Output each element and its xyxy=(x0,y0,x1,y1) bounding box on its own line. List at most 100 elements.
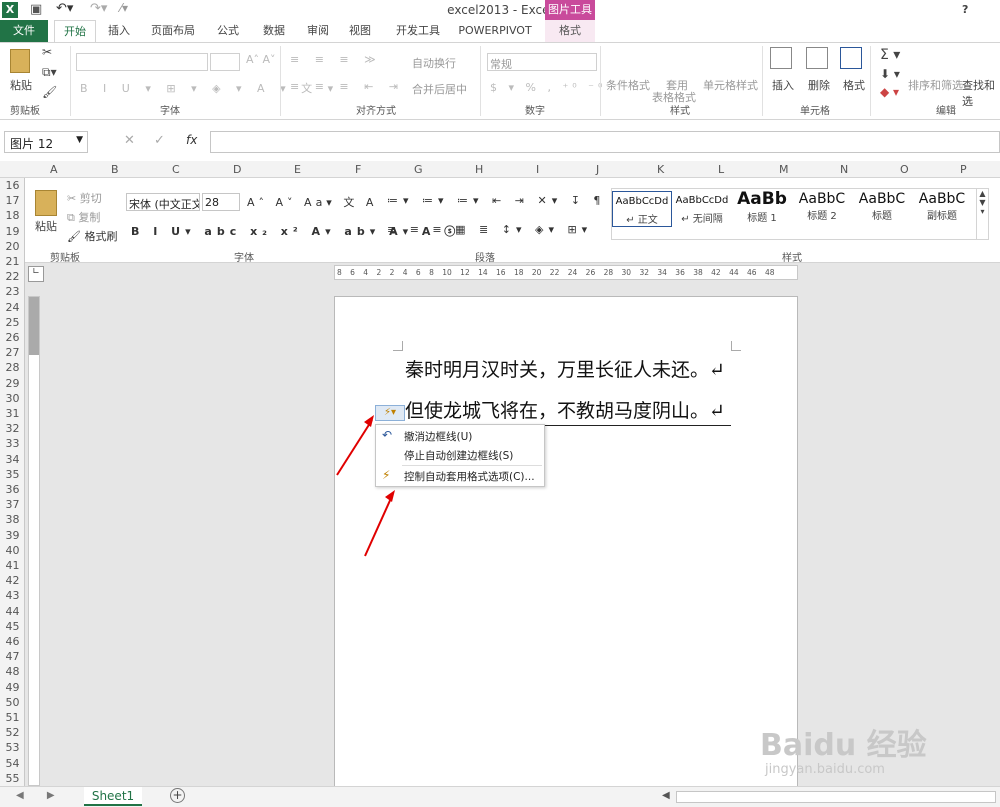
tab-developer[interactable]: 开发工具 xyxy=(390,20,446,42)
column-header[interactable]: K xyxy=(657,163,664,176)
row-header[interactable]: 40 xyxy=(0,544,25,557)
wrap-text-button[interactable]: 自动换行 xyxy=(412,55,456,71)
font-grow-icon[interactable]: A˄ A˅ xyxy=(246,53,276,66)
row-header[interactable]: 29 xyxy=(0,377,25,390)
tab-home[interactable]: 开始 xyxy=(54,20,96,42)
word-para-icons[interactable]: ≔▾ ≔▾ ≔▾ ⇤ ⇥ ✕▾ ↧ ¶ xyxy=(387,194,605,207)
row-header[interactable]: 42 xyxy=(0,574,25,587)
copy-icon[interactable]: ⧉▾ xyxy=(42,65,57,80)
tab-format[interactable]: 格式 xyxy=(545,20,595,42)
tab-insert[interactable]: 插入 xyxy=(100,20,138,42)
row-header[interactable]: 37 xyxy=(0,498,25,511)
row-header[interactable]: 51 xyxy=(0,711,25,724)
poem-line-2[interactable]: 但使龙城飞将在，不教胡马度阴山。↵ xyxy=(405,396,725,423)
find-select-button[interactable]: 查找和选 xyxy=(962,77,1000,109)
merge-center-button[interactable]: 合并后居中 xyxy=(412,81,467,97)
style-title[interactable]: AaBbC 标题 xyxy=(852,191,912,222)
document-page[interactable]: 秦时明月汉时关，万里长征人未还。↵ 但使龙城飞将在，不教胡马度阴山。↵ ⚡▾ xyxy=(334,296,798,788)
name-box[interactable]: 图片 12 ▼ xyxy=(4,131,88,153)
format-painter-icon[interactable]: 🖌 xyxy=(42,85,57,99)
menu-item-autoformat-options[interactable]: 控制自动套用格式选项(C)... xyxy=(404,469,535,484)
tab-review[interactable]: 审阅 xyxy=(300,20,336,42)
column-header[interactable]: I xyxy=(536,163,539,176)
column-header[interactable]: N xyxy=(840,163,848,176)
cut-icon[interactable]: ✂ xyxy=(42,45,52,59)
column-header[interactable]: P xyxy=(960,163,967,176)
format-cells-button[interactable]: 格式 xyxy=(843,77,865,93)
align-icons[interactable]: ≡ ≡ ≡ ≫ xyxy=(290,53,382,66)
tab-selector[interactable]: ∟ xyxy=(28,266,44,282)
column-header[interactable]: D xyxy=(233,163,241,176)
formula-input[interactable] xyxy=(210,131,1000,153)
column-header[interactable]: E xyxy=(294,163,301,176)
row-header[interactable]: 49 xyxy=(0,681,25,694)
sort-filter-button[interactable]: 排序和筛选 xyxy=(908,77,963,93)
fill-icon[interactable]: ⬇ ▾ xyxy=(880,67,900,81)
row-header[interactable]: 19 xyxy=(0,225,25,238)
row-header[interactable]: 53 xyxy=(0,741,25,754)
help-button[interactable]: ? xyxy=(962,3,968,16)
menu-item-stop-border[interactable]: 停止自动创建边框线(S) xyxy=(404,448,513,463)
row-header[interactable]: 48 xyxy=(0,665,25,678)
style-subtitle[interactable]: AaBbC 副标题 xyxy=(912,191,972,222)
vertical-ruler[interactable] xyxy=(28,296,40,786)
font-size-box[interactable] xyxy=(210,53,240,71)
sheet-nav-icons[interactable]: ◀ ▶ xyxy=(16,790,65,801)
row-header[interactable]: 38 xyxy=(0,513,25,526)
word-paste-label[interactable]: 粘贴 xyxy=(35,218,57,234)
word-font-tools[interactable]: A˄ A˅ Aa▾ 文 A xyxy=(247,194,377,210)
paste-button-label[interactable]: 粘贴 xyxy=(10,77,32,93)
tab-formulas[interactable]: 公式 xyxy=(208,20,248,42)
column-header[interactable]: H xyxy=(475,163,483,176)
number-format-box[interactable]: 常规 xyxy=(487,53,597,71)
chevron-down-icon[interactable]: ▼ xyxy=(76,135,83,145)
row-header[interactable]: 27 xyxy=(0,346,25,359)
word-cut[interactable]: ✂ 剪切 xyxy=(67,190,102,206)
word-para-icons-2[interactable]: ≡ ≡ ≡ ▦ ≣ ↕▾ ◈▾ ⊞▾ xyxy=(387,223,592,236)
delete-cells-icon[interactable] xyxy=(806,47,828,69)
row-header[interactable]: 16 xyxy=(0,179,25,192)
row-header[interactable]: 32 xyxy=(0,422,25,435)
hscroll-left-icon[interactable]: ◀ xyxy=(662,790,670,801)
column-header[interactable]: A xyxy=(50,163,58,176)
align-icons-2[interactable]: ≡ ≡ ≡ ⇤ ⇥ xyxy=(290,80,404,93)
row-header[interactable]: 41 xyxy=(0,559,25,572)
style-scroll[interactable]: ▲ ▼ ▾ xyxy=(976,189,988,239)
row-header[interactable]: 45 xyxy=(0,620,25,633)
row-header[interactable]: 34 xyxy=(0,453,25,466)
row-header[interactable]: 43 xyxy=(0,589,25,602)
cell-styles-button[interactable]: 单元格样式 xyxy=(703,77,758,93)
delete-cells-button[interactable]: 删除 xyxy=(808,77,830,93)
style-normal[interactable]: AaBbCcDd ↵ 正文 xyxy=(612,191,672,227)
autocorrect-options-button[interactable]: ⚡▾ xyxy=(375,405,405,421)
conditional-format-button[interactable]: 条件格式 xyxy=(606,77,650,93)
word-paste-icon[interactable] xyxy=(35,190,57,216)
row-header[interactable]: 54 xyxy=(0,757,25,770)
row-header[interactable]: 22 xyxy=(0,270,25,283)
tab-powerpivot[interactable]: POWERPIVOT xyxy=(454,20,536,42)
insert-cells-icon[interactable] xyxy=(770,47,792,69)
menu-item-undo-border[interactable]: 撤消边框线(U) xyxy=(404,429,472,444)
add-sheet-button[interactable]: + xyxy=(170,788,185,803)
tab-file[interactable]: 文件 xyxy=(0,20,48,42)
row-header[interactable]: 28 xyxy=(0,361,25,374)
row-header[interactable]: 46 xyxy=(0,635,25,648)
row-header[interactable]: 17 xyxy=(0,194,25,207)
row-header[interactable]: 21 xyxy=(0,255,25,268)
column-header[interactable]: O xyxy=(900,163,909,176)
row-header[interactable]: 39 xyxy=(0,529,25,542)
column-header[interactable]: B xyxy=(111,163,119,176)
column-header[interactable]: M xyxy=(779,163,789,176)
column-header[interactable]: F xyxy=(355,163,361,176)
row-header[interactable]: 55 xyxy=(0,772,25,785)
row-header[interactable]: 50 xyxy=(0,696,25,709)
horizontal-scrollbar[interactable] xyxy=(676,791,996,803)
word-font-name-box[interactable]: 宋体 (中文正文 xyxy=(126,193,200,211)
column-header[interactable]: C xyxy=(172,163,180,176)
word-copy[interactable]: ⧉ 复制 xyxy=(67,209,100,225)
column-header[interactable]: J xyxy=(596,163,599,176)
insert-cells-button[interactable]: 插入 xyxy=(772,77,794,93)
row-header[interactable]: 20 xyxy=(0,240,25,253)
column-header[interactable]: L xyxy=(718,163,724,176)
row-header[interactable]: 33 xyxy=(0,437,25,450)
